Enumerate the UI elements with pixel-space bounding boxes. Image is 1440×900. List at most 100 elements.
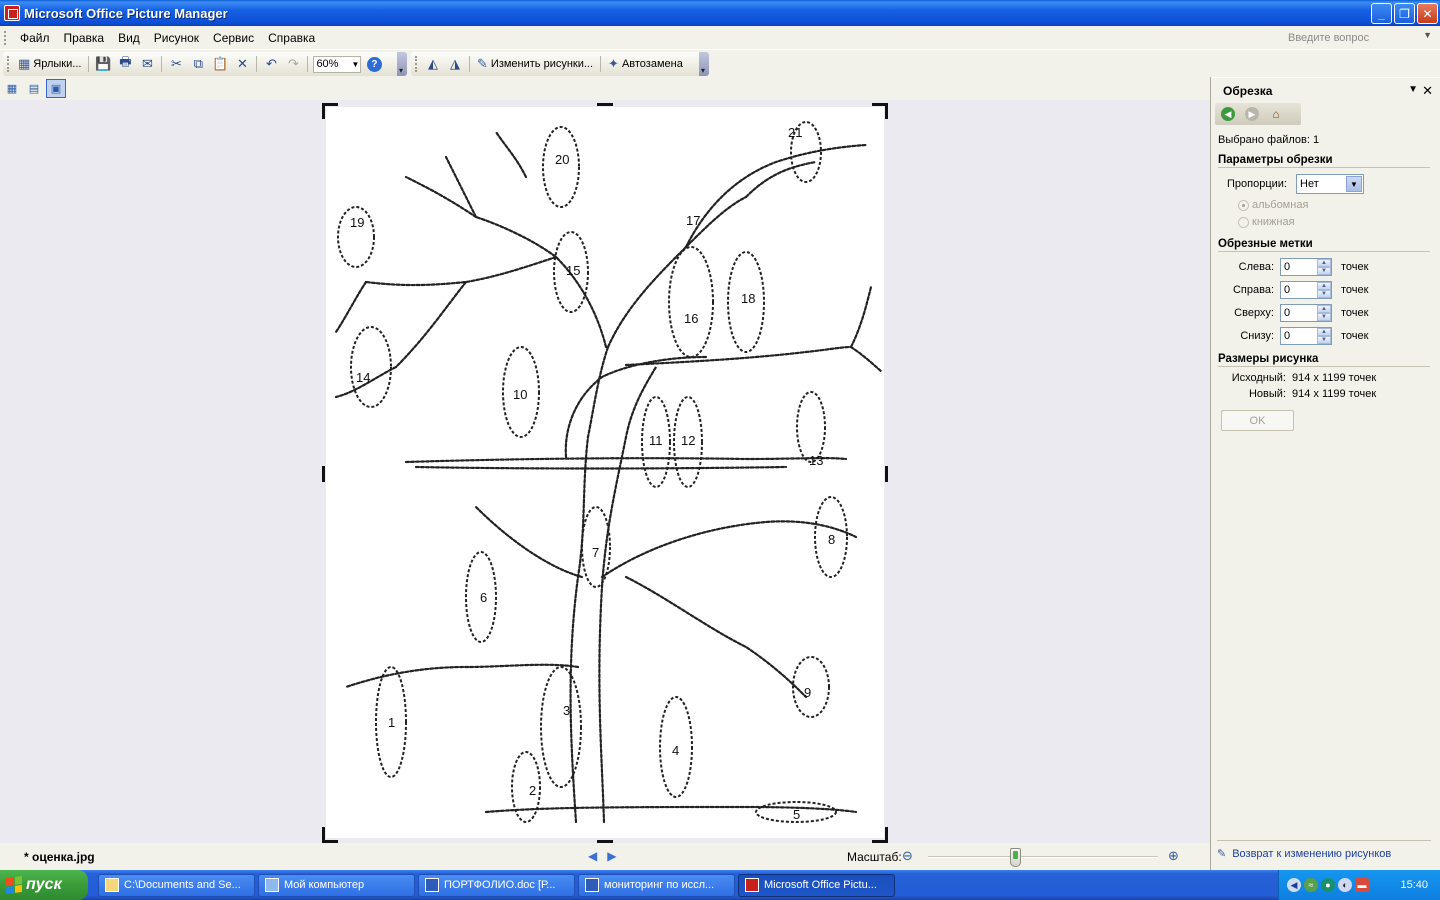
tray-flag-icon[interactable]: ▬	[1355, 878, 1369, 892]
spin-down-icon[interactable]: ▼	[1317, 313, 1331, 321]
zoom-combo-value: 60%	[316, 58, 339, 70]
help-icon[interactable]: ?	[363, 54, 385, 74]
task-my-computer[interactable]: Мой компьютер	[258, 873, 415, 897]
margin-bottom-spinner[interactable]: 0 ▲ ▼	[1280, 327, 1332, 345]
chevron-down-icon[interactable]: ▼	[352, 57, 360, 72]
rotate-left-icon[interactable]: ◭	[422, 54, 444, 74]
zoom-combo[interactable]: 60% ▼	[313, 55, 362, 73]
minimize-button[interactable]: _	[1371, 3, 1392, 24]
close-button[interactable]: ✕	[1417, 3, 1438, 24]
forward-icon[interactable]: ▶	[1242, 105, 1262, 123]
chevron-down-icon[interactable]: ▼	[1408, 84, 1418, 95]
picture-manager-app-icon[interactable]	[4, 5, 20, 21]
menu-grip[interactable]	[4, 30, 7, 45]
margin-left-spinner[interactable]: 0 ▲ ▼	[1280, 258, 1332, 276]
crop-handle-bottom-left[interactable]	[322, 827, 338, 843]
tray-sound-icon[interactable]: ◐	[1338, 878, 1352, 892]
task-documents-folder[interactable]: C:\Documents and Se...	[98, 873, 255, 897]
home-icon[interactable]: ⌂	[1266, 105, 1286, 123]
toolbar-options-chevron[interactable]	[397, 52, 407, 76]
crop-handle-right[interactable]	[885, 466, 888, 482]
toolbar-grip[interactable]	[7, 56, 10, 72]
spin-down-icon[interactable]: ▼	[1317, 267, 1331, 275]
autocorrect-button[interactable]: ✦ Автозамена	[604, 54, 687, 74]
cut-icon[interactable]: ✂	[165, 54, 187, 74]
figure-number: 10	[513, 387, 527, 402]
task-label: Мой компьютер	[284, 879, 365, 891]
task-portfolio-doc[interactable]: ПОРТФОЛИО.doc [Р...	[418, 873, 575, 897]
margin-row-bottom: Снизу: 0 ▲ ▼ точек	[1218, 327, 1440, 345]
portrait-radio[interactable]: книжная	[1238, 216, 1440, 228]
paste-icon[interactable]: 📋	[209, 54, 231, 74]
zoom-out-icon[interactable]: ⊖	[902, 848, 918, 864]
crop-handle-top-left[interactable]	[322, 103, 338, 119]
back-to-edit-link[interactable]: ✎ Возврат к изменению рисунков	[1217, 840, 1431, 860]
menu-file[interactable]: Файл	[13, 31, 57, 45]
menu-view[interactable]: Вид	[111, 31, 147, 45]
zoom-slider-thumb[interactable]	[1010, 848, 1022, 867]
task-picture-manager[interactable]: Microsoft Office Pictu...	[738, 873, 895, 897]
autocorrect-label: Автозамена	[621, 58, 683, 70]
undo-icon[interactable]: ↶	[260, 54, 282, 74]
landscape-radio[interactable]: альбомная	[1238, 199, 1440, 211]
menu-picture[interactable]: Рисунок	[147, 31, 206, 45]
chevron-down-icon[interactable]: ▼	[1423, 30, 1432, 40]
zoom-in-icon[interactable]: ⊕	[1168, 848, 1184, 864]
menu-help[interactable]: Справка	[261, 31, 322, 45]
back-icon[interactable]: ◀	[1218, 105, 1238, 123]
restore-button[interactable]: ❐	[1394, 3, 1415, 24]
tray-network-icon[interactable]: ≈	[1304, 878, 1318, 892]
filmstrip-view-icon[interactable]: ▤	[24, 79, 44, 98]
crop-handle-left[interactable]	[322, 466, 325, 482]
toolbar-options-chevron[interactable]	[699, 52, 709, 76]
rotate-right-icon[interactable]: ◮	[444, 54, 466, 74]
tray-antivirus-icon[interactable]: ●	[1321, 878, 1335, 892]
menu-tools[interactable]: Сервис	[206, 31, 261, 45]
figure-number: 20	[555, 152, 569, 167]
edit-pictures-button[interactable]: ✎ Изменить рисунки...	[473, 54, 597, 74]
ok-button[interactable]: OK	[1221, 410, 1294, 431]
save-icon[interactable]: 💾	[92, 54, 114, 74]
print-icon[interactable]: 🖶	[114, 54, 136, 74]
figure-number: 11	[649, 433, 663, 448]
picture-canvas[interactable]: 20 21 19 17 15 18 16 14 10 11 12 13 8 7 …	[0, 100, 1210, 843]
figure-number: 14	[356, 370, 370, 385]
start-button[interactable]: пуск	[0, 870, 88, 900]
spin-up-icon[interactable]: ▲	[1317, 259, 1331, 267]
toolbar-grip[interactable]	[415, 56, 418, 72]
email-icon[interactable]: ✉	[136, 54, 158, 74]
crop-handle-top[interactable]	[597, 103, 613, 106]
margin-label-right: Справа:	[1232, 284, 1274, 296]
figure-number: 15	[566, 263, 580, 278]
zoom-slider-track[interactable]	[928, 856, 1158, 858]
tray-back-icon[interactable]: ◀	[1287, 878, 1301, 892]
spin-up-icon[interactable]: ▲	[1317, 305, 1331, 313]
ask-question-box[interactable]: Введите вопрос ▼	[1284, 30, 1434, 46]
margin-top-spinner[interactable]: 0 ▲ ▼	[1280, 304, 1332, 322]
single-picture-view-icon[interactable]: ▣	[46, 79, 66, 98]
shortcuts-button[interactable]: ▦ Ярлыки...	[14, 54, 85, 74]
margin-unit: точек	[1341, 307, 1369, 319]
thumbnail-view-icon[interactable]: ▦	[2, 79, 22, 98]
crop-handle-bottom-right[interactable]	[872, 827, 888, 843]
spin-down-icon[interactable]: ▼	[1317, 336, 1331, 344]
next-picture-icon[interactable]: ▶	[607, 849, 616, 863]
tree-drawing-image[interactable]: 20 21 19 17 15 18 16 14 10 11 12 13 8 7 …	[326, 107, 884, 838]
task-monitoring-doc[interactable]: мониторинг по иссл...	[578, 873, 735, 897]
portrait-label: книжная	[1252, 216, 1295, 228]
spin-down-icon[interactable]: ▼	[1317, 290, 1331, 298]
menu-edit[interactable]: Правка	[57, 31, 112, 45]
close-icon[interactable]: ✕	[1422, 83, 1433, 99]
edit-pictures-icon: ✎	[1217, 848, 1227, 860]
margin-right-spinner[interactable]: 0 ▲ ▼	[1280, 281, 1332, 299]
previous-picture-icon[interactable]: ◀	[588, 849, 597, 863]
margin-label-top: Сверху:	[1234, 307, 1274, 319]
proportions-select[interactable]: Нет ▼	[1296, 174, 1364, 194]
crop-handle-top-right[interactable]	[872, 103, 888, 119]
redo-icon[interactable]: ↷	[282, 54, 304, 74]
copy-icon[interactable]: ⧉	[187, 54, 209, 74]
chevron-down-icon[interactable]: ▼	[1346, 176, 1362, 192]
delete-icon[interactable]: ✕	[231, 54, 253, 74]
spin-up-icon[interactable]: ▲	[1317, 282, 1331, 290]
spin-up-icon[interactable]: ▲	[1317, 328, 1331, 336]
